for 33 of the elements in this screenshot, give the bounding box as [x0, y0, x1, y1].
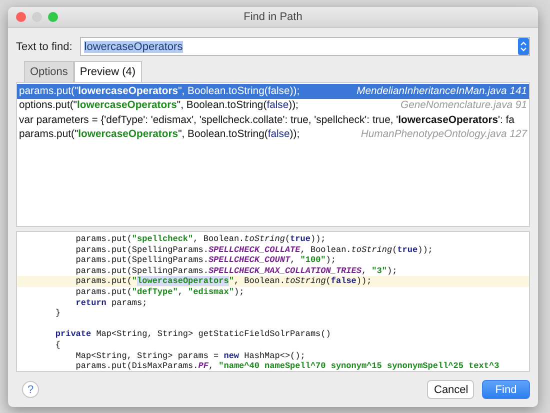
result-row[interactable]: var parameters = {'defType': 'edismax', 'spellcheck.collate': true, 'spellcheck': true, 'lowercaseOperators': fa	[17, 113, 529, 128]
code-line: params.put(DisMaxParams.PF, "name^40 nameSpell^70 synonym^15 synonymSpell^25 text^3	[74, 361, 500, 371]
cancel-button[interactable]: Cancel	[427, 380, 474, 399]
result-text: options.put("lowercaseOperators", Boolean.toString(false));	[19, 100, 298, 112]
tab[interactable]: Preview (4)	[74, 61, 142, 82]
minimize-icon	[32, 12, 42, 22]
result-text: var parameters = {'defType': 'edismax', 'spellcheck.collate': true, 'spellcheck': true, 'lowercaseOperators': fa	[19, 114, 514, 126]
window-title: Find in Path	[244, 11, 302, 23]
code-line: params.put("defType", "edismax");	[74, 286, 246, 298]
result-row[interactable]: params.put("lowercaseOperators", Boolean.toString(false)); MendelianInheritanceInMan.java 141	[17, 84, 529, 98]
dropdown-icon[interactable]	[518, 38, 529, 55]
result-row[interactable]: params.put("lowercaseOperators", Boolean.toString(false)); HumanPhenotypeOntology.java 127	[17, 128, 529, 142]
code-line: params.put("spellcheck", Boolean.toString(true));	[74, 234, 327, 245]
search-label: Text to find:	[16, 40, 72, 52]
result-text: params.put("lowercaseOperators", Boolean.toString(false));	[19, 86, 300, 97]
code-line: {	[54, 340, 62, 351]
result-location: GeneNomenclature.java 91	[400, 100, 527, 112]
code-line: private Map<String, String> getStaticFieldSolrParams()	[54, 329, 332, 340]
result-location: HumanPhenotypeOntology.java 127	[360, 129, 527, 140]
code-line: Map<String, String> params = new HashMap<>();	[74, 350, 306, 362]
code-line: return params;	[74, 298, 148, 308]
result-location: MendelianInheritanceInMan.java 141	[356, 86, 527, 97]
code-line: params.put(SpellingParams.SPELLCHECK_COUNT, "100");	[74, 255, 337, 266]
zoom-icon[interactable]	[48, 12, 58, 22]
tab[interactable]: Options	[24, 61, 74, 82]
code-line: params.put(SpellingParams.SPELLCHECK_MAX_COLLATION_TRIES, "3");	[74, 266, 398, 276]
result-row[interactable]: options.put("lowercaseOperators", Boolean.toString(false)); GeneNomenclature.java 91	[17, 98, 529, 113]
code-line: params.put(SpellingParams.SPELLCHECK_COLLATE, Boolean.toString(true));	[74, 244, 434, 256]
search-field[interactable]: lowercaseOperators	[80, 37, 530, 56]
result-text: params.put("lowercaseOperators", Boolean.toString(false));	[19, 129, 300, 140]
close-icon[interactable]	[16, 12, 26, 22]
help-button[interactable]: ?	[22, 381, 39, 398]
code-line: }	[54, 308, 62, 319]
